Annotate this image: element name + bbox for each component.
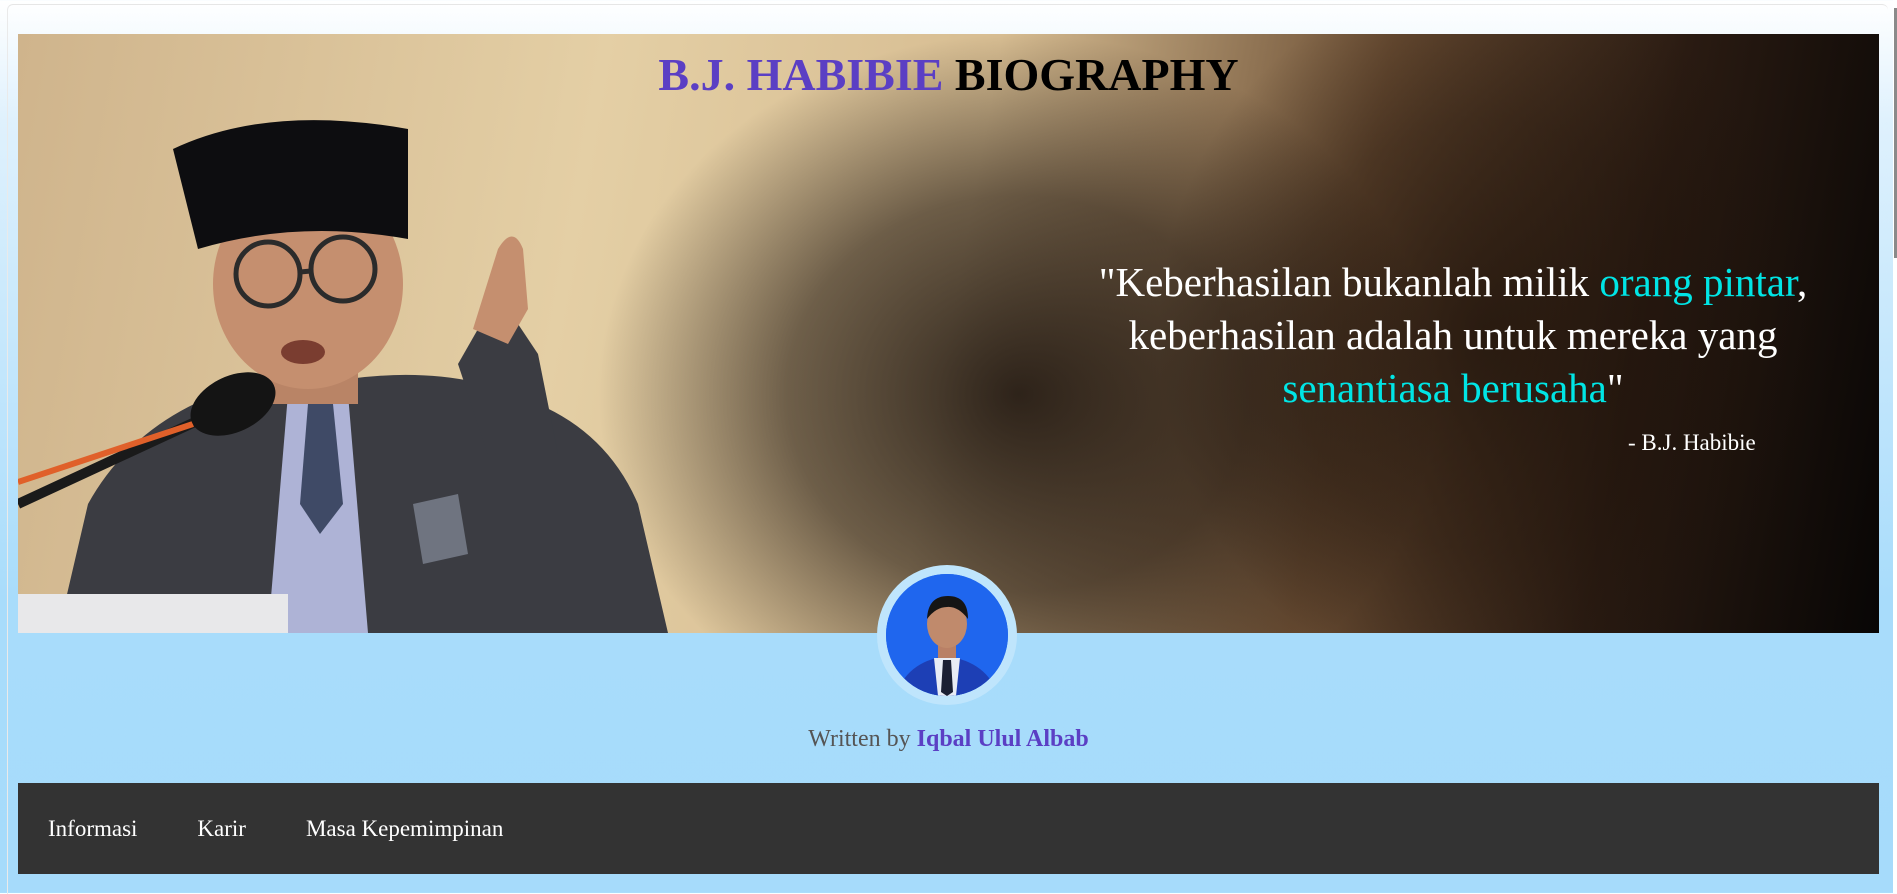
habibie-quote: "Keberhasilan bukanlah milik orang pinta… <box>1053 256 1853 415</box>
page-title: B.J. HABIBIE BIOGRAPHY <box>18 52 1879 98</box>
hero-banner: B.J. HABIBIE BIOGRAPHY "Keberhasilan buk… <box>18 34 1879 633</box>
title-accent: B.J. HABIBIE <box>658 49 944 100</box>
byline-author[interactable]: Iqbal Ulul Albab <box>917 726 1089 752</box>
nav-item-informasi[interactable]: Informasi <box>18 816 167 842</box>
habibie-photo <box>18 120 668 633</box>
author-byline: Written by Iqbal Ulul Albab <box>0 726 1897 753</box>
quote-highlight-1: orang pintar <box>1599 259 1797 305</box>
nav-item-karir[interactable]: Karir <box>167 816 276 842</box>
person-icon <box>886 574 1008 696</box>
main-navbar: Informasi Karir Masa Kepemimpinan <box>18 783 1879 874</box>
quote-open: "Keberhasilan bukanlah milik <box>1098 259 1600 305</box>
quote-close: " <box>1606 365 1624 411</box>
byline-prefix: Written by <box>808 726 917 752</box>
quote-highlight-2: senantiasa berusaha <box>1282 365 1607 411</box>
nav-item-masa-kepemimpinan[interactable]: Masa Kepemimpinan <box>276 816 533 842</box>
quote-author: - B.J. Habibie <box>1628 430 1756 455</box>
title-rest: BIOGRAPHY <box>954 49 1239 100</box>
author-avatar <box>877 565 1017 705</box>
scrollbar-track[interactable] <box>1893 0 1897 893</box>
author-avatar-photo <box>886 574 1008 696</box>
